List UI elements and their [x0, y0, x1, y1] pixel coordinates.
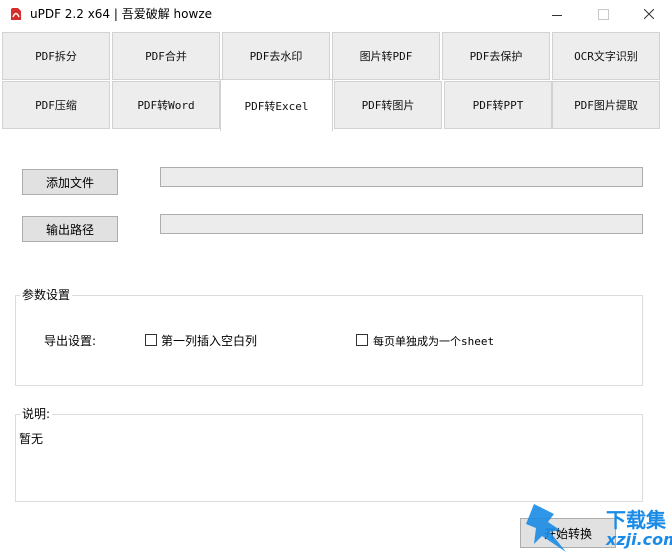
- tab-image-to-pdf[interactable]: 图片转PDF: [332, 32, 440, 80]
- tab-pdf-to-image[interactable]: PDF转图片: [334, 81, 442, 129]
- app-logo-icon: [11, 8, 21, 20]
- tab-pdf-split[interactable]: PDF拆分: [2, 32, 110, 80]
- tab-pdf-to-word[interactable]: PDF转Word: [112, 81, 220, 129]
- tab-pdf-to-excel[interactable]: PDF转Excel: [220, 79, 333, 131]
- sheet-per-page-label[interactable]: 每页单独成为一个sheet: [373, 333, 494, 349]
- watermark-text: 下载集: [606, 508, 666, 532]
- output-path-button[interactable]: 输出路径: [22, 216, 118, 242]
- close-icon: [644, 9, 654, 19]
- window-title: uPDF 2.2 x64 | 吾爱破解 howze: [30, 7, 212, 21]
- params-group: [15, 295, 643, 386]
- tab-pdf-merge[interactable]: PDF合并: [112, 32, 220, 80]
- notes-group: [15, 414, 643, 502]
- tab-pdf-compress[interactable]: PDF压缩: [2, 81, 110, 129]
- tab-pdf-remove-watermark[interactable]: PDF去水印: [222, 32, 330, 80]
- tab-strip: PDF拆分 PDF合并 PDF去水印 图片转PDF PDF去保护 OCR文字识别…: [0, 30, 672, 132]
- title-bar: uPDF 2.2 x64 | 吾爱破解 howze: [0, 0, 672, 28]
- close-button[interactable]: [626, 0, 672, 28]
- notes-label: 说明:: [20, 405, 53, 422]
- file-path-field[interactable]: [160, 167, 643, 187]
- site-watermark: 下载集 xzji.com: [520, 500, 672, 556]
- minimize-button[interactable]: [534, 0, 580, 28]
- tab-ocr[interactable]: OCR文字识别: [552, 32, 660, 80]
- export-settings-label: 导出设置:: [44, 334, 97, 348]
- maximize-icon: [597, 8, 609, 20]
- sheet-per-page-checkbox[interactable]: [356, 334, 368, 346]
- insert-blank-column-label[interactable]: 第一列插入空白列: [161, 332, 257, 349]
- insert-blank-column-checkbox[interactable]: [145, 334, 157, 346]
- output-path-field[interactable]: [160, 214, 643, 234]
- minimize-icon: [552, 14, 562, 16]
- tab-pdf-extract-images[interactable]: PDF图片提取: [552, 81, 660, 129]
- tab-pdf-unprotect[interactable]: PDF去保护: [442, 32, 550, 80]
- tab-pdf-to-ppt[interactable]: PDF转PPT: [444, 81, 552, 129]
- add-file-button[interactable]: 添加文件: [22, 169, 118, 195]
- maximize-button[interactable]: [580, 0, 626, 28]
- notes-content: 暂无: [19, 432, 44, 446]
- watermark-subtext: xzji.com: [606, 530, 672, 549]
- params-group-label: 参数设置: [20, 286, 73, 303]
